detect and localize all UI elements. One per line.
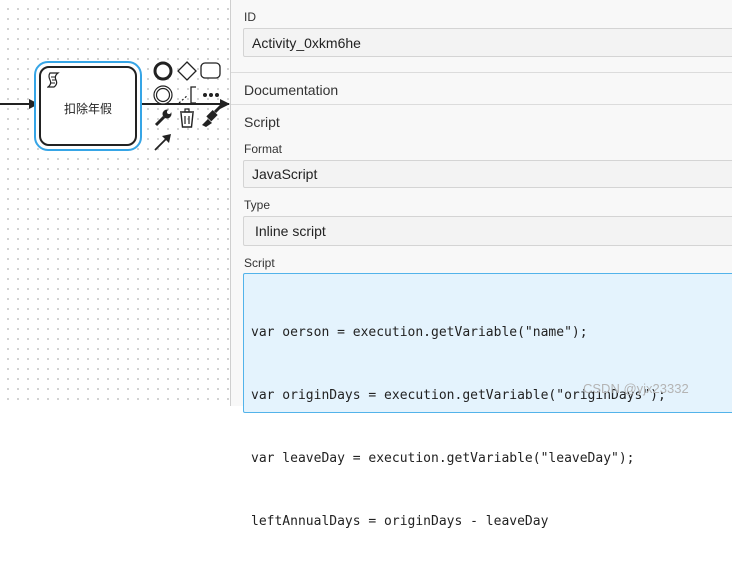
id-label: ID [244,10,256,24]
script-task-body[interactable]: 扣除年假 [39,66,137,146]
script-group-header[interactable]: Script [244,114,280,130]
script-line: var leaveDay = execution.getVariable("le… [251,451,635,466]
format-input[interactable]: JavaScript [243,160,732,188]
format-label: Format [244,142,283,156]
divider [231,104,732,105]
bpmn-canvas[interactable]: 扣除年假 [0,0,230,406]
divider [231,72,732,73]
watermark: CSDN @yjx23332 [583,381,689,396]
properties-panel: ID Activity_0xkm6he Documentation Script… [230,0,732,529]
script-line: var oerson = execution.getVariable("name… [251,325,588,340]
documentation-group-header[interactable]: Documentation [244,82,338,98]
script-line: leftAnnualDays = originDays - leaveDay [251,514,549,529]
script-task[interactable]: 扣除年假 [34,61,142,151]
type-label: Type [244,198,271,212]
id-input[interactable]: Activity_0xkm6he [243,28,732,57]
task-label: 扣除年假 [63,102,112,116]
script-label: Script [244,256,275,270]
type-select[interactable]: Inline script [243,216,732,246]
